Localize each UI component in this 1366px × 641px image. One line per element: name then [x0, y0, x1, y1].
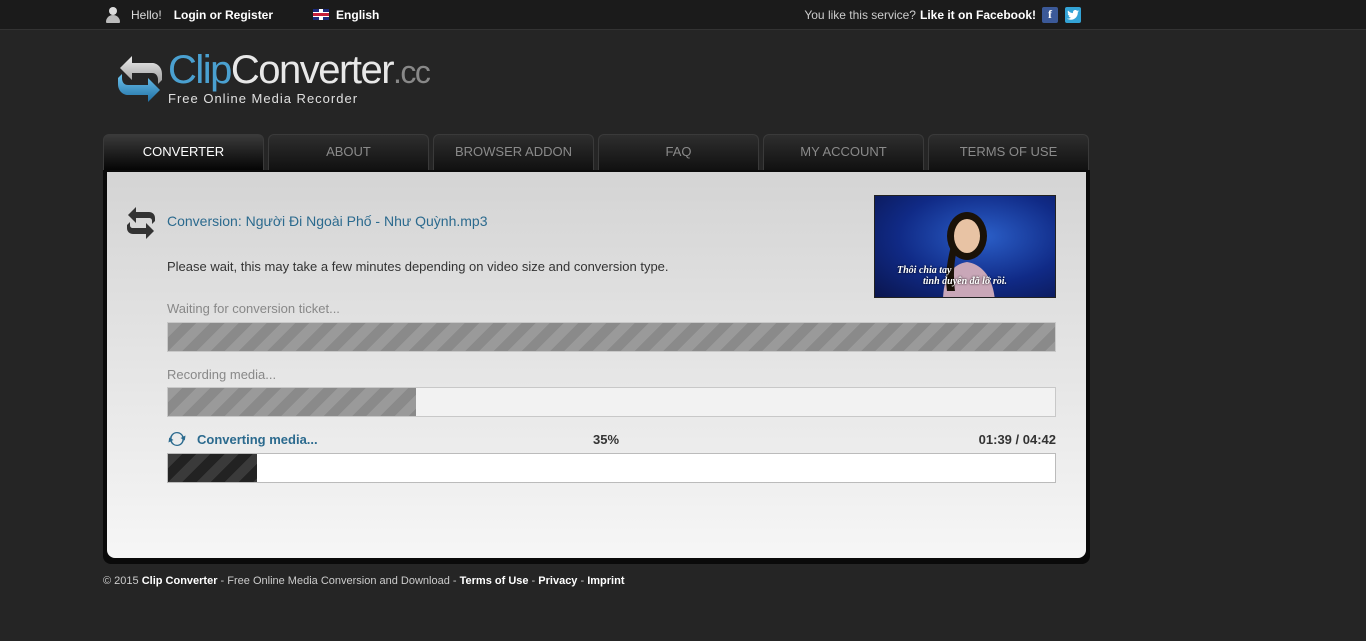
content-panel: Conversion: Người Đi Ngoài Phố - Như Quỳ…	[103, 170, 1090, 564]
converting-progress-bar	[167, 453, 1056, 483]
footer-brand: Clip Converter	[141, 575, 218, 587]
active-step-row: Converting media... 35% 01:39 / 04:42	[167, 429, 1056, 449]
footer-terms-link[interactable]: Terms of Use	[460, 575, 529, 587]
converting-progress-fill	[168, 454, 257, 482]
tab-terms-of-use[interactable]: Terms of Use	[928, 134, 1089, 170]
tab-about[interactable]: About	[268, 134, 429, 170]
tab-browser-addon[interactable]: Browser Addon	[433, 134, 594, 170]
refresh-icon	[168, 431, 186, 447]
footer-privacy-link[interactable]: Privacy	[538, 575, 577, 587]
conversion-time: 01:39 / 04:42	[978, 432, 1056, 447]
footer-copyright: © 2015	[103, 575, 139, 587]
topbar-right: You like this service? Like it on Facebo…	[804, 0, 1081, 29]
footer-description: - Free Online Media Conversion and Downl…	[217, 575, 460, 587]
step-recording-progress-fill	[168, 388, 417, 416]
user-icon	[106, 6, 120, 23]
step-waiting-label: Waiting for conversion ticket...	[167, 301, 340, 316]
logo-arrows-icon	[118, 56, 162, 102]
twitter-icon[interactable]	[1065, 6, 1081, 23]
thumbnail-caption-line2: tình duyên đã lỡ rồi.	[923, 276, 1007, 287]
logo-slogan: Free Online Media Recorder	[168, 91, 359, 106]
tab-faq[interactable]: FAQ	[598, 134, 759, 170]
wait-message: Please wait, this may take a few minutes…	[167, 259, 669, 274]
step-waiting-progress-bar	[167, 322, 1056, 352]
main-nav-tabs: Converter About Browser Addon FAQ My Acc…	[103, 134, 1090, 170]
video-thumbnail: Thôi chia tay tình duyên đã lỡ rồi.	[874, 195, 1056, 298]
facebook-icon[interactable]: f	[1042, 6, 1058, 23]
step-waiting-progress-fill	[168, 323, 1055, 351]
topbar-left: Hello! Login or Register English	[106, 0, 379, 29]
conversion-percent: 35%	[593, 432, 620, 447]
like-facebook-link[interactable]: Like it on Facebook!	[920, 8, 1036, 22]
step-recording-label: Recording media...	[167, 367, 277, 382]
conversion-title: Conversion: Người Đi Ngoài Phố - Như Quỳ…	[167, 213, 488, 229]
conversion-panel: Conversion: Người Đi Ngoài Phố - Như Quỳ…	[107, 172, 1086, 558]
language-selector[interactable]: English	[336, 8, 379, 22]
logo-name: ClipConverter.cc	[168, 48, 431, 92]
tab-converter[interactable]: Converter	[103, 134, 264, 170]
step-recording-progress-bar	[167, 387, 1056, 417]
footer: © 2015 Clip Converter - Free Online Medi…	[103, 575, 625, 587]
top-bar: Hello! Login or Register English You lik…	[0, 0, 1366, 30]
active-step-label: Converting media...	[197, 432, 318, 447]
site-logo[interactable]: ClipConverter.cc Free Online Media Recor…	[114, 48, 434, 112]
login-register-link[interactable]: Login or Register	[174, 8, 273, 22]
tab-my-account[interactable]: My Account	[763, 134, 924, 170]
uk-flag-icon	[313, 9, 330, 20]
hello-text: Hello!	[131, 7, 162, 22]
thumbnail-caption-line1: Thôi chia tay	[897, 265, 952, 276]
conversion-arrows-icon	[127, 207, 155, 239]
footer-imprint-link[interactable]: Imprint	[587, 575, 624, 587]
like-text: You like this service?	[804, 7, 916, 22]
